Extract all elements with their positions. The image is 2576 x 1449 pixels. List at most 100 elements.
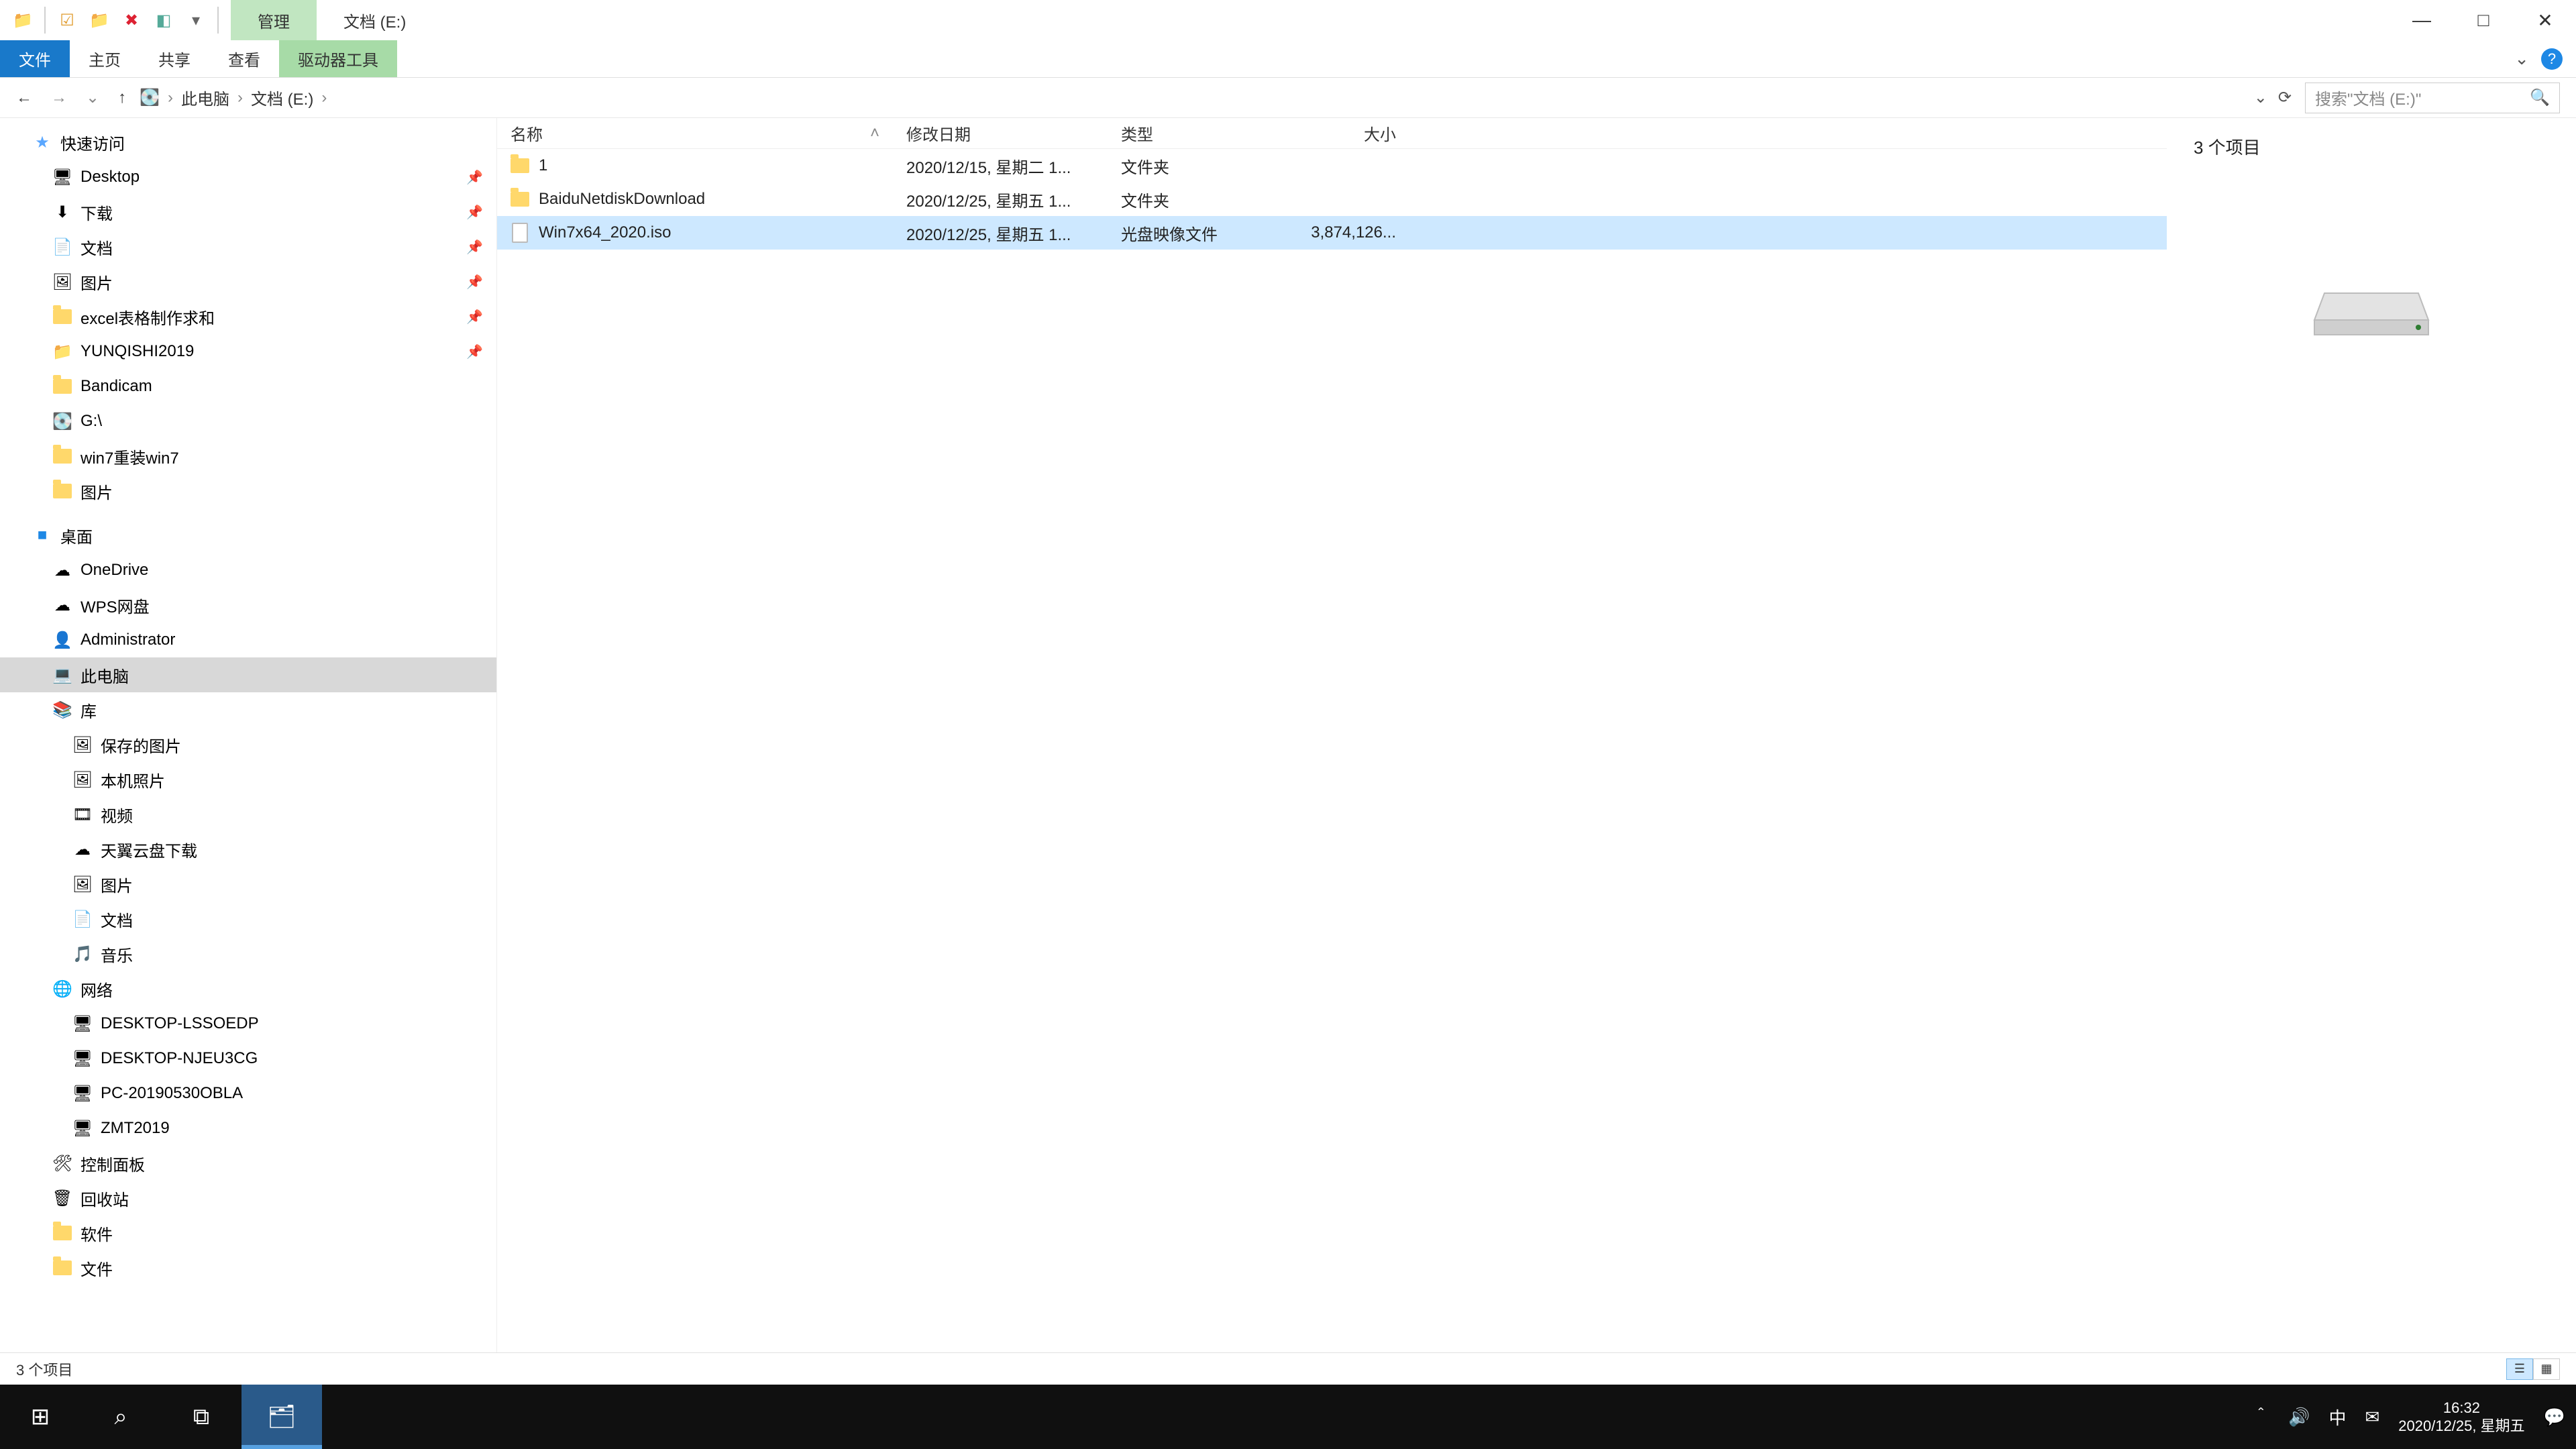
up-button[interactable]: ↑ (118, 89, 126, 107)
tree-item[interactable]: ☁OneDrive (0, 553, 496, 588)
tree-item[interactable]: 软件 (0, 1216, 496, 1250)
qat-properties-icon[interactable]: ☑ (52, 5, 82, 35)
chevron-right-icon[interactable]: › (237, 89, 243, 107)
navigation-tree[interactable]: ★快速访问🖥Desktop📌⬇下载📌📄文档📌🖼图片📌excel表格制作求和📌📁Y… (0, 118, 496, 1352)
tree-item[interactable]: ☁WPS网盘 (0, 588, 496, 623)
tree-item[interactable]: 💽 G:\ (0, 404, 496, 439)
breadcrumb[interactable]: 💽 › 此电脑 › 文档 (E:) › (140, 86, 2241, 109)
taskbar-search-button[interactable]: ⌕ (80, 1385, 161, 1449)
tree-item[interactable]: 文件 (0, 1250, 496, 1285)
file-row[interactable]: 12020/12/15, 星期二 1...文件夹 (497, 149, 2167, 182)
file-date: 2020/12/15, 星期二 1... (893, 154, 1108, 178)
taskbar-explorer-button[interactable]: 🗂 (241, 1385, 322, 1449)
cloud-icon: ☁ (72, 840, 93, 859)
chevron-right-icon[interactable]: › (321, 89, 327, 107)
tree-item[interactable]: 🖥DESKTOP-LSSOEDP (0, 1006, 496, 1041)
tree-item[interactable]: 👤Administrator (0, 623, 496, 657)
details-view-button[interactable]: ☰ (2506, 1358, 2533, 1380)
tree-item[interactable]: excel表格制作求和📌 (0, 299, 496, 334)
tab-view[interactable]: 查看 (209, 40, 279, 77)
tree-item[interactable]: 🖼图片 (0, 867, 496, 902)
tree-item[interactable]: ⬇下载📌 (0, 195, 496, 229)
drive-icon (2194, 266, 2549, 340)
chevron-right-icon[interactable]: › (168, 89, 173, 107)
breadcrumb-item[interactable]: 此电脑 (181, 86, 229, 109)
tree-item[interactable]: 📄文档 (0, 902, 496, 936)
tab-share[interactable]: 共享 (140, 40, 209, 77)
separator (44, 7, 46, 34)
search-icon[interactable]: 🔍 (2530, 88, 2550, 107)
breadcrumb-item[interactable]: 文档 (E:) (251, 86, 313, 109)
tab-drive-tools[interactable]: 驱动器工具 (279, 40, 397, 77)
tray-chevron-icon[interactable]: ＾ (2252, 1405, 2269, 1430)
tree-item[interactable]: 图片 (0, 474, 496, 508)
mail-icon[interactable]: ✉ (2365, 1407, 2379, 1428)
help-icon[interactable]: ? (2541, 48, 2563, 70)
tree-item[interactable]: 📄文档📌 (0, 229, 496, 264)
col-name[interactable]: 名称˄ (497, 121, 893, 145)
volume-icon[interactable]: 🔊 (2288, 1407, 2310, 1428)
folder-blue-icon: 📁 (52, 342, 72, 362)
tab-home[interactable]: 主页 (70, 40, 140, 77)
tree-item[interactable]: 🖥PC-20190530OBLA (0, 1076, 496, 1111)
tree-item[interactable]: ☁天翼云盘下载 (0, 832, 496, 867)
ribbon-collapse-icon[interactable]: ⌄ (2514, 48, 2529, 69)
file-type: 光盘映像文件 (1108, 221, 1282, 245)
column-headers[interactable]: 名称˄ 修改日期 类型 大小 (497, 118, 2167, 149)
video-icon: 🎞 (72, 805, 93, 824)
tree-item[interactable]: 🛠控制面板 (0, 1146, 496, 1181)
tree-label: G:\ (80, 412, 102, 431)
taskbar-taskview-button[interactable]: ⧉ (161, 1385, 241, 1449)
address-dropdown-icon[interactable]: ⌄ (2254, 88, 2267, 107)
tree-group-header[interactable]: ■桌面 (0, 518, 496, 553)
clock-date: 2020/12/25, 星期五 (2398, 1417, 2524, 1436)
file-row[interactable]: Win7x64_2020.iso2020/12/25, 星期五 1...光盘映像… (497, 216, 2167, 250)
tree-item[interactable]: win7重装win7 (0, 439, 496, 474)
tree-label: DESKTOP-NJEU3CG (101, 1049, 258, 1068)
clock[interactable]: 16:32 2020/12/25, 星期五 (2398, 1399, 2524, 1436)
minimize-button[interactable]: — (2391, 0, 2453, 40)
tree-item[interactable]: 🖥DESKTOP-NJEU3CG (0, 1041, 496, 1076)
tab-file[interactable]: 文件 (0, 40, 70, 77)
search-input[interactable]: 搜索"文档 (E:)" 🔍 (2305, 83, 2560, 113)
tree-item[interactable]: Bandicam (0, 369, 496, 404)
file-row[interactable]: BaiduNetdiskDownload2020/12/25, 星期五 1...… (497, 182, 2167, 216)
qat-delete-icon[interactable]: ✖ (117, 5, 146, 35)
tree-group-header[interactable]: ★快速访问 (0, 125, 496, 160)
tree-item[interactable]: 🖼图片📌 (0, 264, 496, 299)
col-size[interactable]: 大小 (1282, 121, 1409, 145)
ime-icon[interactable]: 中 (2328, 1405, 2346, 1430)
notifications-icon[interactable]: 💬 (2544, 1407, 2565, 1428)
tree-item[interactable]: 🌐网络 (0, 971, 496, 1006)
qat-rename-icon[interactable]: ◧ (149, 5, 178, 35)
tree-label: WPS网盘 (80, 594, 150, 617)
refresh-icon[interactable]: ⟳ (2278, 88, 2292, 107)
tree-item[interactable]: 🖥ZMT2019 (0, 1111, 496, 1146)
taskbar-start-button[interactable]: ⊞ (0, 1385, 80, 1449)
tree-item[interactable]: 🎞视频 (0, 797, 496, 832)
tree-item[interactable]: 🎵音乐 (0, 936, 496, 971)
back-button[interactable]: ← (16, 89, 32, 107)
drive-icon: 💽 (52, 412, 72, 431)
forward-button[interactable]: → (51, 89, 67, 107)
pin-icon: 📌 (466, 309, 483, 325)
file-date: 2020/12/25, 星期五 1... (893, 188, 1108, 211)
tree-item[interactable]: 🖥Desktop📌 (0, 160, 496, 195)
recent-dropdown-icon[interactable]: ⌄ (86, 88, 99, 107)
col-type[interactable]: 类型 (1108, 121, 1282, 145)
drive-icon: 💽 (140, 88, 160, 107)
tree-item[interactable]: 📁YUNQISHI2019📌 (0, 334, 496, 369)
close-button[interactable]: ✕ (2514, 0, 2576, 40)
qat-dropdown-icon[interactable]: ▾ (181, 5, 211, 35)
qat-new-folder-icon[interactable]: 📁 (85, 5, 114, 35)
tree-item[interactable]: 💻此电脑 (0, 657, 496, 692)
tree-item[interactable]: 📚库 (0, 692, 496, 727)
tree-item[interactable]: 🗑回收站 (0, 1181, 496, 1216)
tree-label: 文档 (80, 235, 113, 259)
maximize-button[interactable]: □ (2453, 0, 2514, 40)
tree-item[interactable]: 🖼本机照片 (0, 762, 496, 797)
tree-item[interactable]: 🖼保存的图片 (0, 727, 496, 762)
col-date[interactable]: 修改日期 (893, 121, 1108, 145)
thumbnails-view-button[interactable]: ▦ (2533, 1358, 2560, 1380)
tree-label: 网络 (80, 977, 113, 1001)
